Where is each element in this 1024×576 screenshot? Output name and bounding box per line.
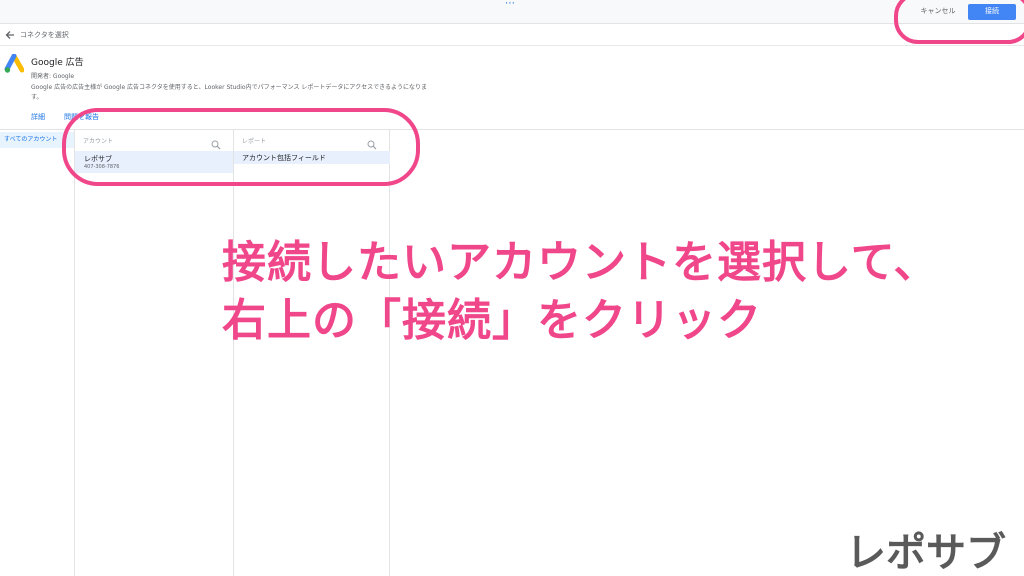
back-label[interactable]: コネクタを選択 <box>20 30 69 40</box>
connector-title: Google 広告 <box>31 58 84 68</box>
brand-watermark: レポサブ <box>846 530 1006 576</box>
developer-label: 開発者: Google <box>31 73 75 80</box>
account-column: アカウント レポサブ 407-308-7876 <box>74 130 233 576</box>
annotation-line-2: 右上の「接続」をクリック <box>222 295 762 346</box>
highlight-ellipse-connect <box>894 0 1024 44</box>
highlight-ellipse-account <box>62 108 420 186</box>
annotation-line-1: 接続したいアカウントを選択して、 <box>222 237 939 288</box>
top-bar: ⋯ キャンセル 接続 <box>0 0 1024 24</box>
arrow-back-icon[interactable] <box>4 29 16 41</box>
report-column: レポート アカウント包括フィールド <box>233 130 390 576</box>
connector-description: Google 広告の広告主様が Google 広告コネクタを使用すると、Look… <box>31 84 427 101</box>
more-dots: ⋯ <box>505 0 516 9</box>
details-link[interactable]: 詳細 <box>31 112 45 122</box>
back-nav: コネクタを選択 <box>0 25 1024 46</box>
google-ads-logo-icon <box>4 54 24 73</box>
